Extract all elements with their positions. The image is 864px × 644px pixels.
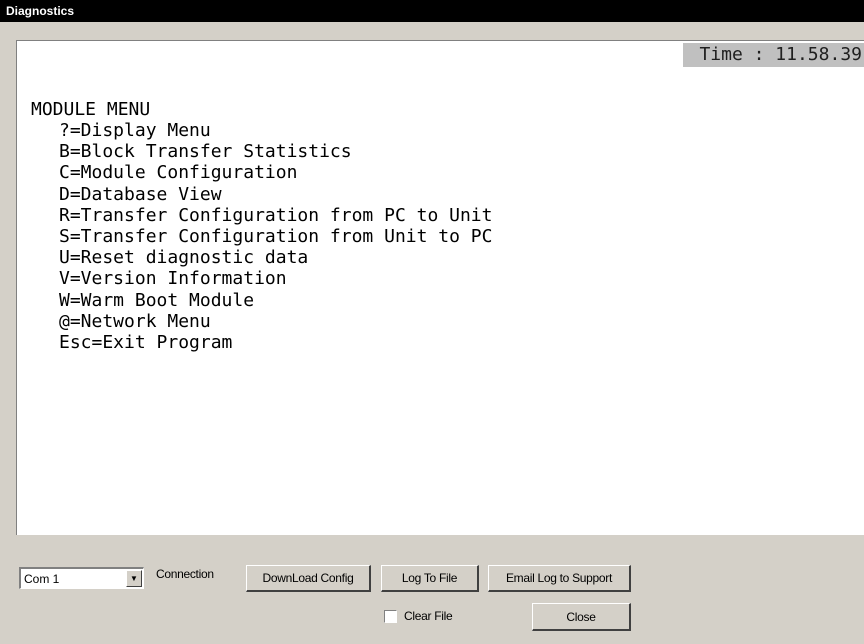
menu-item-module-configuration: C=Module Configuration <box>59 162 298 184</box>
close-button[interactable]: Close <box>532 603 631 631</box>
email-log-to-support-button[interactable]: Email Log to Support <box>488 565 631 592</box>
menu-item-version-information: V=Version Information <box>59 268 287 290</box>
menu-item-reset-diagnostic-data: U=Reset diagnostic data <box>59 247 309 269</box>
clear-file-label: Clear File <box>404 609 453 623</box>
chevron-down-icon[interactable]: ▼ <box>126 570 142 587</box>
com-port-value: Com 1 <box>24 572 60 586</box>
clear-file-checkbox[interactable] <box>384 610 397 623</box>
download-config-button[interactable]: DownLoad Config <box>246 565 371 592</box>
menu-item-database-view: D=Database View <box>59 183 222 205</box>
diagnostics-console[interactable]: Time : 11.58.39 MODULE MENU ?=Display Me… <box>16 40 864 535</box>
menu-item-exit-program: Esc=Exit Program <box>59 332 233 354</box>
menu-item-transfer-unit-to-pc: S=Transfer Configuration from Unit to PC <box>59 226 493 248</box>
window-title: Diagnostics <box>6 4 75 18</box>
connection-label: Connection <box>156 567 214 581</box>
menu-item-network-menu: @=Network Menu <box>59 310 211 332</box>
time-display: Time : 11.58.39 <box>683 43 864 67</box>
log-to-file-button[interactable]: Log To File <box>381 565 479 592</box>
com-port-select[interactable]: Com 1 ▼ <box>19 567 144 589</box>
menu-item-display-menu: ?=Display Menu <box>59 120 211 141</box>
menu-title: MODULE MENU <box>31 99 151 120</box>
menu-item-block-transfer-statistics: B=Block Transfer Statistics <box>59 141 352 163</box>
window-title-bar[interactable]: Diagnostics <box>0 0 864 22</box>
menu-item-transfer-pc-to-unit: R=Transfer Configuration from PC to Unit <box>59 204 493 226</box>
menu-list: ?=Display Menu B=Block Transfer Statisti… <box>59 120 492 353</box>
menu-item-warm-boot-module: W=Warm Boot Module <box>59 289 255 311</box>
